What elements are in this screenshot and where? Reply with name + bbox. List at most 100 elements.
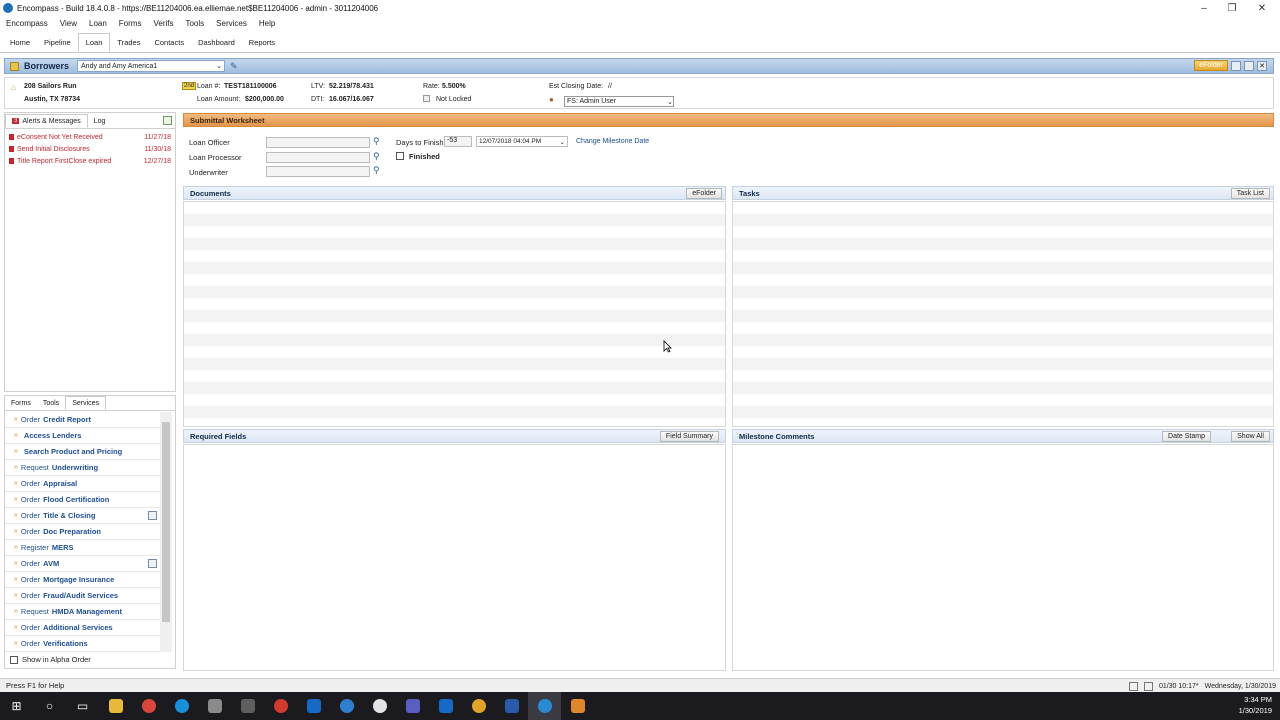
- tab-log[interactable]: Log: [88, 114, 112, 128]
- task-view-icon[interactable]: ▭: [66, 692, 99, 720]
- app-pink-icon[interactable]: [363, 692, 396, 720]
- milestone-comments-area[interactable]: [732, 444, 1274, 671]
- change-milestone-link[interactable]: Change Milestone Date: [576, 138, 649, 145]
- efolder-button[interactable]: eFolder: [1194, 60, 1228, 71]
- date-stamp-button[interactable]: Date Stamp: [1162, 431, 1211, 442]
- service-order-credit-report[interactable]: » Order Credit Report: [5, 412, 160, 428]
- tab-reports[interactable]: Reports: [242, 33, 282, 52]
- required-fields-area[interactable]: [183, 444, 726, 671]
- windows-start-icon[interactable]: ⊞: [0, 692, 33, 720]
- menu-services[interactable]: Services: [216, 19, 247, 28]
- service-request-hmda[interactable]: » Request HMDA Management: [5, 604, 160, 620]
- service-order-verifications[interactable]: » Order Verifications: [5, 636, 160, 652]
- menu-help[interactable]: Help: [259, 19, 275, 28]
- service-name: Verifications: [43, 639, 88, 648]
- alerts-list: eConsent Not Yet Received 11/27/18 Send I…: [5, 131, 175, 167]
- tab-pipeline[interactable]: Pipeline: [37, 33, 78, 52]
- file-explorer-icon[interactable]: [99, 692, 132, 720]
- tab-loan[interactable]: Loan: [77, 33, 111, 52]
- borrowers-bar: Borrowers Andy and Amy America1 ⌄ ✎ eFol…: [4, 58, 1274, 74]
- menu-view[interactable]: View: [60, 19, 77, 28]
- service-request-underwriting[interactable]: » Request Underwriting: [5, 460, 160, 476]
- tab-trades[interactable]: Trades: [110, 33, 147, 52]
- service-register-mers[interactable]: » Register MERS: [5, 540, 160, 556]
- services-list: » Order Credit Report » Access Lenders » Sea…: [5, 412, 160, 652]
- tasks-grid[interactable]: [732, 201, 1274, 427]
- loan-processor-field[interactable]: [266, 152, 370, 163]
- service-order-avm[interactable]: » Order AVM: [5, 556, 160, 572]
- new-alert-icon[interactable]: [163, 116, 172, 125]
- menu-loan[interactable]: Loan: [89, 19, 107, 28]
- service-order-additional[interactable]: » Order Additional Services: [5, 620, 160, 636]
- service-name: Search Product and Pricing: [23, 447, 123, 456]
- skype-icon[interactable]: [165, 692, 198, 720]
- chrome2-icon[interactable]: [462, 692, 495, 720]
- list-item[interactable]: eConsent Not Yet Received 11/27/18: [5, 131, 175, 143]
- search-icon[interactable]: ○: [33, 692, 66, 720]
- status-icon[interactable]: [148, 559, 157, 568]
- service-order-fraud[interactable]: » Order Fraud/Audit Services: [5, 588, 160, 604]
- tab-contacts[interactable]: Contacts: [147, 33, 191, 52]
- service-search-pricing[interactable]: » Search Product and Pricing: [5, 444, 160, 460]
- search-icon[interactable]: ⚲: [373, 165, 382, 175]
- efolder-panel-button[interactable]: eFolder: [686, 188, 722, 199]
- app-red-icon[interactable]: [264, 692, 297, 720]
- edit-borrower-icon[interactable]: ✎: [230, 61, 238, 72]
- list-item[interactable]: Title Report FirstClose expired 12/27/18: [5, 155, 175, 167]
- print-icon[interactable]: [1244, 60, 1254, 71]
- network-icon[interactable]: [198, 692, 231, 720]
- word-icon[interactable]: [495, 692, 528, 720]
- encompass-taskbar-icon[interactable]: [528, 692, 561, 720]
- show-all-button[interactable]: Show All: [1231, 431, 1270, 442]
- tab-alerts-messages[interactable]: 3 Alerts & Messages: [5, 114, 88, 128]
- alpha-order-option[interactable]: Show in Alpha Order: [10, 655, 91, 664]
- menu-verifs[interactable]: Verifs: [153, 19, 173, 28]
- outlook2-icon[interactable]: [429, 692, 462, 720]
- service-order-appraisal[interactable]: » Order Appraisal: [5, 476, 160, 492]
- tab-home[interactable]: Home: [3, 33, 37, 52]
- service-order-mi[interactable]: » Order Mortgage Insurance: [5, 572, 160, 588]
- borrower-select[interactable]: Andy and Amy America1 ⌄: [77, 60, 226, 72]
- service-order-title[interactable]: » Order Title & Closing: [5, 508, 160, 524]
- status-icon[interactable]: [148, 511, 157, 520]
- calculator-icon[interactable]: [231, 692, 264, 720]
- app-orange-icon[interactable]: [561, 692, 594, 720]
- days-to-finish-field[interactable]: -53: [444, 136, 472, 147]
- tab-dashboard[interactable]: Dashboard: [191, 33, 242, 52]
- dti-label: DTI:: [311, 96, 325, 103]
- close-loan-icon[interactable]: ✕: [1257, 60, 1267, 71]
- search-icon[interactable]: ⚲: [373, 151, 382, 161]
- save-icon[interactable]: [1231, 60, 1241, 71]
- close-button[interactable]: ✕: [1246, 0, 1278, 16]
- documents-grid[interactable]: [183, 201, 726, 427]
- lock-status: Not Locked: [436, 96, 472, 103]
- chrome-icon[interactable]: [132, 692, 165, 720]
- alpha-order-checkbox[interactable]: [10, 655, 18, 664]
- list-item[interactable]: Send Initial Disclosures 11/30/18: [5, 143, 175, 155]
- system-clock[interactable]: 3:34 PM 1/30/2019: [1239, 694, 1272, 716]
- maximize-button[interactable]: ❐: [1216, 0, 1248, 16]
- search-icon[interactable]: ⚲: [373, 136, 382, 146]
- finished-checkbox[interactable]: [396, 152, 404, 160]
- services-scrollbar[interactable]: [160, 412, 172, 652]
- menu-encompass[interactable]: Encompass: [6, 19, 48, 28]
- service-access-lenders[interactable]: » Access Lenders: [5, 428, 160, 444]
- teams-icon[interactable]: [396, 692, 429, 720]
- tab-tools[interactable]: Tools: [37, 396, 65, 410]
- service-order-flood[interactable]: » Order Flood Certification: [5, 492, 160, 508]
- user-select[interactable]: FS: Admin User ⌄: [564, 96, 674, 107]
- tab-services[interactable]: Services: [65, 396, 107, 410]
- menu-forms[interactable]: Forms: [119, 19, 142, 28]
- alert-name: eConsent Not Yet Received: [17, 133, 103, 141]
- milestone-date-picker[interactable]: 12/07/2018 04:04 PM ⌄: [476, 136, 568, 147]
- menu-tools[interactable]: Tools: [185, 19, 204, 28]
- service-order-doc-prep[interactable]: » Order Doc Preparation: [5, 524, 160, 540]
- task-list-button[interactable]: Task List: [1230, 188, 1270, 199]
- underwriter-field[interactable]: [266, 166, 370, 177]
- edge-icon[interactable]: [330, 692, 363, 720]
- loan-officer-field[interactable]: [266, 137, 370, 148]
- scrollbar-thumb[interactable]: [162, 422, 170, 622]
- outlook-icon[interactable]: [297, 692, 330, 720]
- field-summary-button[interactable]: Field Summary: [659, 431, 719, 442]
- tab-forms[interactable]: Forms: [5, 396, 37, 410]
